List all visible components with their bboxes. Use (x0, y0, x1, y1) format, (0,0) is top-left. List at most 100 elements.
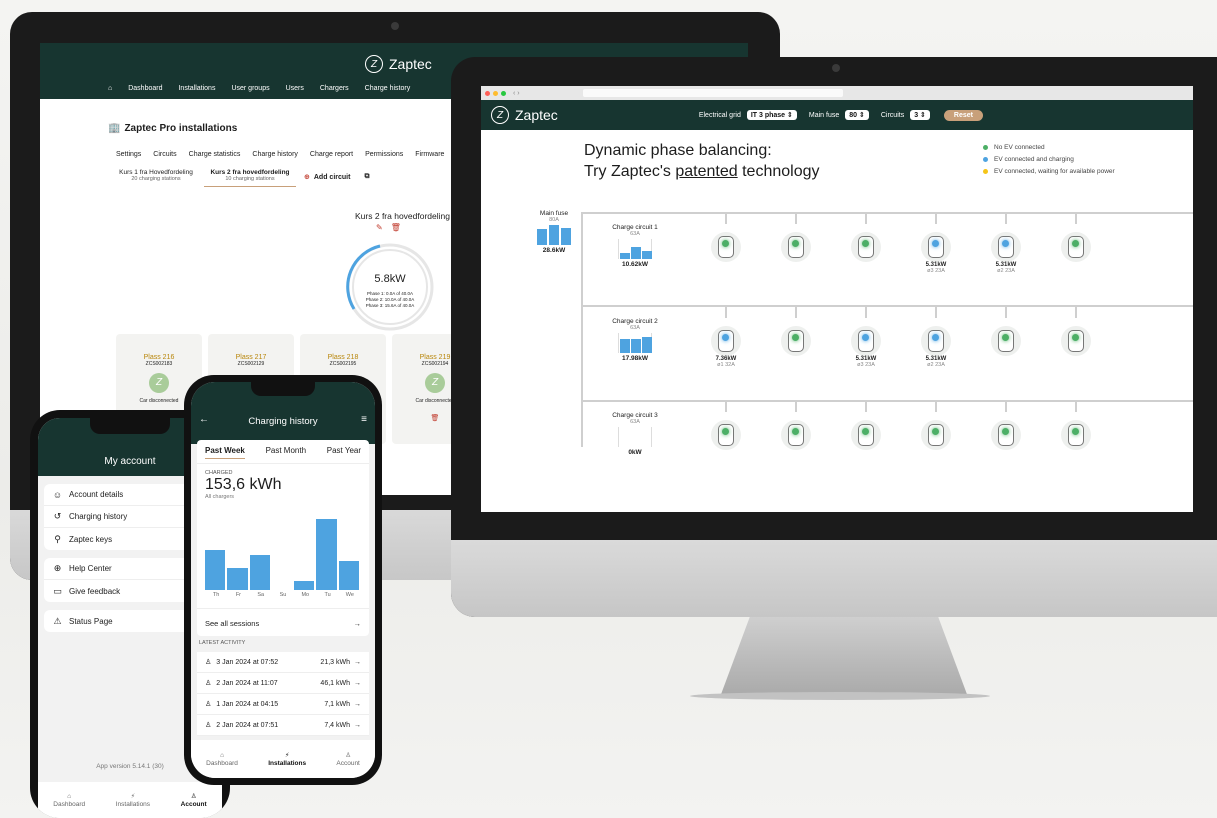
tab-past-year[interactable]: Past Year (327, 446, 361, 459)
fuse-label: Main fuse (808, 111, 840, 119)
charger-icon (781, 326, 811, 356)
tab-charge-history[interactable]: Charge history (252, 151, 298, 158)
gauge-value: 5.8kW (374, 273, 406, 285)
installation-tabs: Settings Circuits Charge statistics Char… (116, 151, 444, 158)
nav-dashboard[interactable]: Dashboard (128, 85, 162, 92)
chart-bar[interactable] (316, 519, 337, 590)
activity-row[interactable]: ♙ 2 Jan 2024 at 11:07 46,1 kWh → (197, 673, 369, 694)
tab-installations[interactable]: ⚡ Installations (116, 792, 150, 808)
charger[interactable] (776, 326, 816, 356)
grid-select[interactable]: IT 3 phase ⇕ (746, 110, 797, 120)
tab-permissions[interactable]: Permissions (365, 151, 403, 158)
building-icon: 🏢 (108, 123, 121, 134)
circuit-tab-1[interactable]: Kurs 1 fra Hovedfordeling 20 charging st… (116, 169, 196, 182)
charger-icon (921, 420, 951, 450)
charger[interactable] (986, 420, 1026, 450)
circuit-tab-2[interactable]: Kurs 2 fra hovedfordeling 10 charging st… (204, 169, 296, 187)
patented-link[interactable]: patented (675, 163, 737, 180)
charger[interactable] (776, 420, 816, 450)
close-window-icon[interactable] (485, 90, 490, 96)
charger-icon (921, 326, 951, 356)
station-name: Plass 216 (143, 354, 175, 361)
charger[interactable] (706, 232, 746, 262)
chart-bar[interactable] (227, 568, 248, 590)
grid-value: IT 3 phase (750, 112, 786, 119)
charger-phase: ø1 32A (717, 362, 735, 368)
reset-button[interactable]: Reset (943, 109, 983, 121)
copy-icon[interactable]: ⧉ (364, 173, 369, 181)
activity-row[interactable]: ♙ 3 Jan 2024 at 07:52 21,3 kWh → (197, 652, 369, 673)
charger[interactable]: 5.31kW ø3 23A (846, 326, 886, 368)
charger[interactable] (846, 420, 886, 450)
circuit-power: 0kW (628, 449, 642, 456)
tab-dashboard[interactable]: ⌂ Dashboard (53, 793, 85, 808)
chart-bar[interactable] (205, 550, 226, 590)
minimize-window-icon[interactable] (493, 90, 498, 96)
bus-stub (1005, 212, 1007, 224)
legend: No EV connected EV connected and chargin… (983, 144, 1115, 175)
tab-account[interactable]: ♙ Account (336, 751, 360, 767)
bus-stub (935, 306, 937, 318)
maximize-window-icon[interactable] (501, 90, 506, 96)
charger[interactable] (776, 232, 816, 262)
phone-notch (90, 418, 170, 434)
circuits-value: 3 (914, 112, 919, 119)
back-forward-icon[interactable]: ‹ › (513, 90, 520, 97)
trash-icon[interactable]: 🗑 (391, 223, 401, 232)
filter-icon[interactable]: ≡ (361, 414, 367, 425)
charger[interactable] (916, 420, 956, 450)
charger[interactable]: 5.31kW ø2 23A (916, 326, 956, 368)
tab-circuits[interactable]: Circuits (153, 151, 176, 158)
station-z-icon: Z (425, 373, 445, 393)
charger[interactable]: 5.31kW ø2 23A (986, 232, 1026, 274)
tab-charge-report[interactable]: Charge report (310, 151, 353, 158)
charger[interactable] (1056, 232, 1096, 262)
charger-phase: ø2 23A (997, 268, 1015, 274)
charger[interactable] (706, 420, 746, 450)
nav-chargers[interactable]: Chargers (320, 85, 349, 92)
fuse-stepper[interactable]: 80 ⇕ (845, 110, 869, 120)
tab-firmware[interactable]: Firmware (415, 151, 444, 158)
charger-body (928, 424, 944, 446)
charger[interactable] (1056, 420, 1096, 450)
home-icon[interactable]: ⌂ (108, 85, 112, 92)
activity-row[interactable]: ♙ 1 Jan 2024 at 04:15 7,1 kWh → (197, 694, 369, 715)
address-bar[interactable] (582, 89, 843, 97)
add-circuit-button[interactable]: ⊕ Add circuit ⧉ (304, 173, 369, 181)
tab-settings[interactable]: Settings (116, 151, 141, 158)
home-icon: ⌂ (67, 792, 72, 800)
tab-past-week[interactable]: Past Week (205, 446, 245, 459)
circuits-stepper[interactable]: 3 ⇕ (910, 110, 930, 120)
see-all-sessions[interactable]: See all sessions → (197, 608, 369, 636)
nav-users[interactable]: Users (286, 85, 304, 92)
user-circle-icon: ☺ (52, 489, 63, 500)
charger[interactable] (1056, 326, 1096, 356)
nav-user-groups[interactable]: User groups (231, 85, 269, 92)
phase-bar (642, 251, 652, 259)
phone-history: ← Charging history ≡ Past Week Past Mont… (184, 375, 382, 785)
activity-row[interactable]: ♙ 2 Jan 2024 at 07:51 7,4 kWh → (197, 715, 369, 736)
tab-past-month[interactable]: Past Month (266, 446, 306, 459)
feedback-icon: ▭ (53, 585, 62, 596)
tab-dashboard[interactable]: ⌂ Dashboard (206, 752, 238, 767)
chart-bar[interactable] (338, 561, 359, 590)
person-icon: ♙ (205, 680, 212, 687)
zaptec-logo[interactable]: Z Zaptec (365, 55, 432, 73)
zaptec-logo[interactable]: Z Zaptec (491, 106, 558, 124)
nav-charge-history[interactable]: Charge history (365, 85, 411, 92)
charger[interactable] (846, 232, 886, 262)
circuit-info: Charge circuit 1 63A 10.62kW (605, 224, 665, 268)
lifebuoy-icon: ⊕ (53, 563, 62, 573)
chart-bar[interactable] (249, 554, 270, 590)
charger[interactable]: 7.36kW ø1 32A (706, 326, 746, 368)
charger-body (718, 424, 734, 446)
tab-installations[interactable]: ⚡ Installations (268, 751, 306, 767)
tab-charge-statistics[interactable]: Charge statistics (189, 151, 241, 158)
chart-bar[interactable] (294, 580, 315, 590)
charger[interactable] (986, 326, 1026, 356)
nav-installations[interactable]: Installations (178, 85, 215, 92)
tab-account[interactable]: ♙ Account (181, 792, 207, 808)
zaptec-logo-icon: Z (365, 55, 383, 73)
charger[interactable]: 5.31kW ø3 23A (916, 232, 956, 274)
edit-icon[interactable]: ✎ (376, 223, 383, 232)
